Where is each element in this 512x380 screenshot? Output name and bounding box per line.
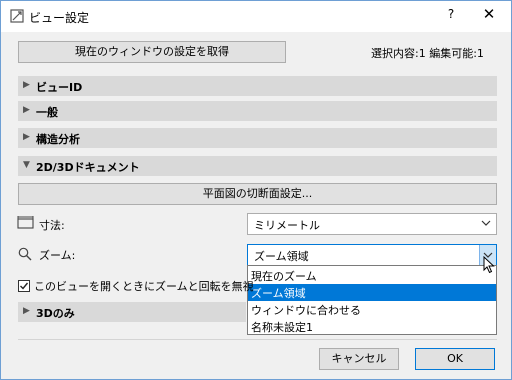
mouse-cursor-icon xyxy=(483,256,495,274)
section-2d3d-document[interactable]: ▼ 2D/3Dドキュメント xyxy=(18,156,497,176)
zoom-label: ズーム: xyxy=(39,249,76,262)
footer-divider xyxy=(18,339,497,340)
section-general[interactable]: ▶ 一般 xyxy=(18,101,497,121)
section-label: 3Dのみ xyxy=(36,307,75,320)
zoom-option-selected[interactable]: ズーム領域 xyxy=(248,284,496,301)
dimension-dropdown[interactable]: ミリメートル xyxy=(247,213,497,235)
section-label: 構造分析 xyxy=(36,133,80,146)
cancel-button[interactable]: キャンセル xyxy=(319,348,399,370)
zoom-options-list: 現在のズーム ズーム領域 ウィンドウに合わせる 名称未設定1 xyxy=(247,265,497,335)
cut-plane-settings-button[interactable]: 平面図の切断面設定... xyxy=(18,183,497,205)
app-icon xyxy=(10,9,24,23)
expand-arrow-icon: ▶ xyxy=(23,105,30,115)
expand-arrow-icon: ▶ xyxy=(23,132,30,142)
help-button[interactable]: ? xyxy=(441,7,461,21)
selection-info: 選択内容:1 編集可能:1 xyxy=(371,47,484,60)
zoom-option[interactable]: 現在のズーム xyxy=(248,267,496,284)
section-label: ビューID xyxy=(36,81,83,94)
dimension-icon xyxy=(17,216,34,229)
check-icon xyxy=(20,282,29,290)
close-button[interactable]: ✕ xyxy=(479,5,499,23)
section-label: 2D/3Dドキュメント xyxy=(36,161,140,174)
dimension-label: 寸法: xyxy=(39,219,65,232)
expand-arrow-icon: ▶ xyxy=(23,306,30,316)
get-current-window-settings-button[interactable]: 現在のウィンドウの設定を取得 xyxy=(18,41,286,63)
chevron-down-icon xyxy=(481,220,491,226)
section-view-id[interactable]: ▶ ビューID xyxy=(18,76,497,96)
zoom-value: ズーム領域 xyxy=(254,250,309,263)
section-label: 一般 xyxy=(36,106,58,119)
ignore-zoom-rotation-label[interactable]: このビューを開くときにズームと回転を無視 xyxy=(34,278,254,294)
view-settings-dialog: ビュー設定 ? ✕ 現在のウィンドウの設定を取得 選択内容:1 編集可能:1 ▶… xyxy=(0,0,512,380)
title-bar: ビュー設定 ? ✕ xyxy=(1,1,511,32)
zoom-dropdown[interactable]: ズーム領域 xyxy=(247,244,497,266)
zoom-icon xyxy=(18,247,32,261)
expand-arrow-icon: ▶ xyxy=(23,80,30,90)
ok-button[interactable]: OK xyxy=(415,348,495,370)
collapse-arrow-icon: ▼ xyxy=(23,160,30,170)
zoom-option[interactable]: 名称未設定1 xyxy=(248,318,496,335)
dimension-value: ミリメートル xyxy=(254,219,320,232)
ignore-zoom-rotation-checkbox[interactable] xyxy=(18,280,30,292)
dialog-title: ビュー設定 xyxy=(29,11,90,25)
section-structural-analysis[interactable]: ▶ 構造分析 xyxy=(18,128,497,148)
zoom-option[interactable]: ウィンドウに合わせる xyxy=(248,301,496,318)
section-3d-only[interactable]: ▶ 3Dのみ xyxy=(18,302,246,322)
